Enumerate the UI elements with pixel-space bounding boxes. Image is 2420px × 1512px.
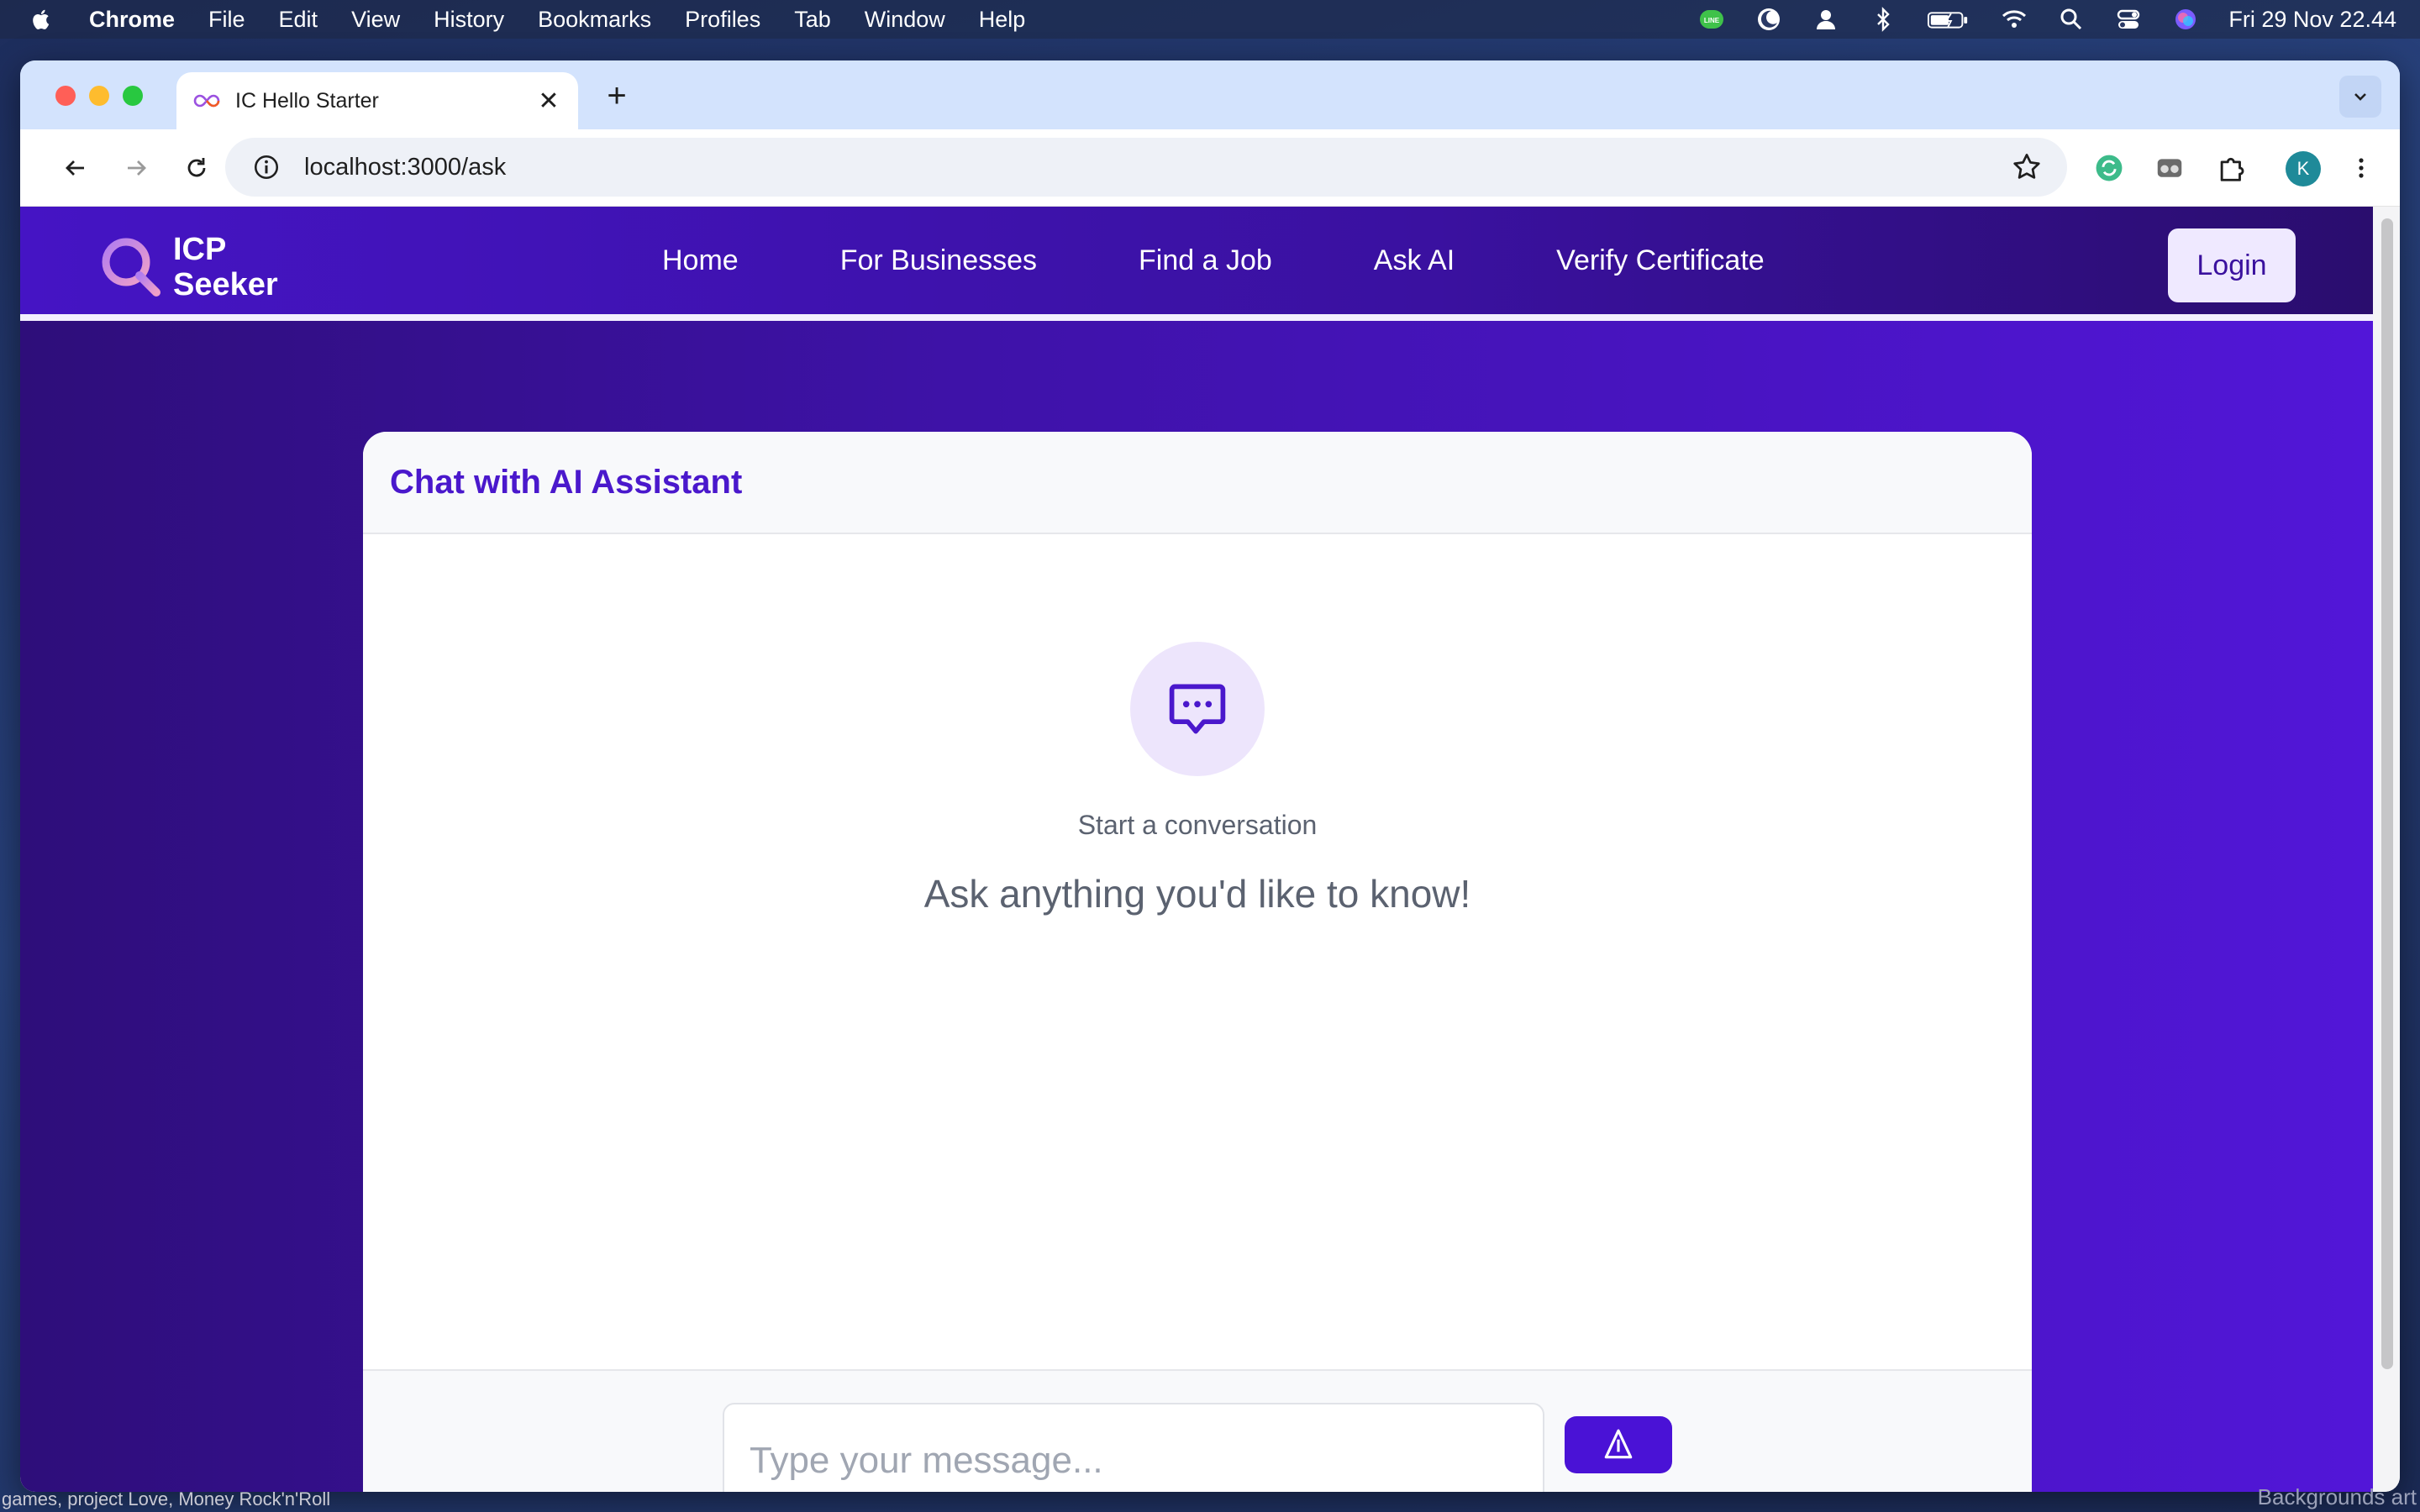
menu-profiles[interactable]: Profiles [685, 7, 760, 33]
siri-icon[interactable] [2171, 5, 2200, 34]
nav-ask-ai[interactable]: Ask AI [1374, 244, 1455, 277]
chat-header: Chat with AI Assistant [363, 432, 2032, 534]
address-bar[interactable]: localhost:3000/ask [225, 138, 2067, 197]
bluetooth-icon[interactable] [1869, 5, 1897, 34]
close-window-button[interactable] [55, 86, 76, 106]
chat-bubble-icon-wrap [1130, 642, 1265, 776]
send-icon [1604, 1429, 1633, 1459]
extensions-puzzle-icon[interactable] [2213, 150, 2250, 186]
site-header: ICP Seeker Home For Businesses Find a Jo… [20, 207, 2373, 321]
minimize-window-button[interactable] [89, 86, 109, 106]
browser-toolbar: localhost:3000/ask K [20, 129, 2400, 207]
spotlight-icon[interactable] [2057, 5, 2086, 34]
reload-button[interactable] [176, 148, 217, 188]
nav-verify-certificate[interactable]: Verify Certificate [1556, 244, 1765, 277]
chat-empty-state: Start a conversation Ask anything you'd … [363, 642, 2032, 916]
apple-menu-icon[interactable] [30, 8, 55, 31]
user-icon[interactable] [1812, 5, 1840, 34]
profile-avatar[interactable]: K [2286, 151, 2321, 186]
empty-state-subtitle: Ask anything you'd like to know! [923, 872, 1471, 916]
nav-find-a-job[interactable]: Find a Job [1139, 244, 1272, 277]
message-composer [363, 1369, 2032, 1492]
tab-active[interactable]: IC Hello Starter ✕ [176, 72, 578, 129]
chat-card: Chat with AI Assistant Start a conversat… [363, 432, 2032, 1492]
menu-history[interactable]: History [434, 7, 504, 33]
bookmark-star-icon[interactable] [2012, 152, 2042, 182]
arrow-right-icon [128, 160, 146, 176]
line-icon[interactable]: LINE [1697, 5, 1726, 34]
page-viewport: ICP Seeker Home For Businesses Find a Jo… [20, 207, 2373, 1492]
tab-strip: IC Hello Starter ✕ + [20, 60, 2400, 129]
arrow-left-icon [66, 160, 84, 176]
logo-line-2: Seeker [173, 267, 278, 302]
menu-window[interactable]: Window [865, 7, 945, 33]
nav-for-businesses[interactable]: For Businesses [840, 244, 1037, 277]
site-info-icon[interactable] [252, 153, 281, 181]
send-button[interactable] [1565, 1416, 1672, 1473]
window-controls [55, 86, 143, 106]
search-logo-icon [102, 238, 160, 297]
tab-title: IC Hello Starter [235, 88, 379, 113]
nav-home[interactable]: Home [662, 244, 739, 277]
logo-text: ICP Seeker [173, 232, 278, 302]
forward-button[interactable] [116, 148, 156, 188]
site-logo[interactable]: ICP Seeker [97, 232, 278, 302]
menu-file[interactable]: File [208, 7, 245, 33]
logo-line-1: ICP [173, 232, 227, 267]
infinity-favicon-icon [193, 94, 220, 108]
extension-glasses-icon[interactable] [2151, 150, 2188, 186]
zoom-window-button[interactable] [123, 86, 143, 106]
wallpaper-caption-left: games, project Love, Money Rock'n'Roll [2, 1488, 331, 1509]
reload-icon [187, 158, 206, 177]
wifi-icon[interactable] [2000, 5, 2028, 34]
scrollbar-thumb[interactable] [2381, 218, 2393, 1369]
chevron-down-icon [2354, 93, 2366, 101]
macos-menubar: Chrome File Edit View History Bookmarks … [0, 0, 2420, 39]
wallpaper-caption-right: Backgrounds art [2257, 1484, 2417, 1509]
browser-window: IC Hello Starter ✕ + localhost:3000/ask [20, 60, 2400, 1492]
empty-state-title: Start a conversation [1077, 810, 1318, 840]
chat-bubble-icon [1169, 684, 1226, 734]
message-input[interactable] [723, 1403, 1544, 1492]
tab-search-button[interactable] [2339, 76, 2381, 118]
control-center-icon[interactable] [2114, 5, 2143, 34]
main-nav: Home For Businesses Find a Job Ask AI Ve… [662, 207, 1765, 314]
menu-edit[interactable]: Edit [279, 7, 318, 33]
menu-view[interactable]: View [351, 7, 400, 33]
page-scrollbar[interactable] [2373, 207, 2400, 1492]
menu-app-name[interactable]: Chrome [89, 7, 175, 33]
extension-sync-icon[interactable] [2091, 150, 2128, 186]
tab-close-icon[interactable]: ✕ [536, 87, 561, 116]
menu-bookmarks[interactable]: Bookmarks [538, 7, 651, 33]
back-button[interactable] [55, 148, 96, 188]
battery-icon[interactable] [1926, 5, 1971, 34]
moon-icon[interactable] [1754, 5, 1783, 34]
login-button[interactable]: Login [2168, 228, 2296, 302]
url-text[interactable]: localhost:3000/ask [304, 154, 2012, 181]
menu-tab[interactable]: Tab [794, 7, 831, 33]
menu-help[interactable]: Help [979, 7, 1026, 33]
chat-title: Chat with AI Assistant [390, 463, 743, 501]
menubar-clock[interactable]: Fri 29 Nov 22.44 [2228, 7, 2396, 33]
more-options-icon[interactable] [2343, 150, 2380, 186]
svg-text:LINE: LINE [1704, 17, 1720, 24]
new-tab-button[interactable]: + [600, 79, 634, 113]
